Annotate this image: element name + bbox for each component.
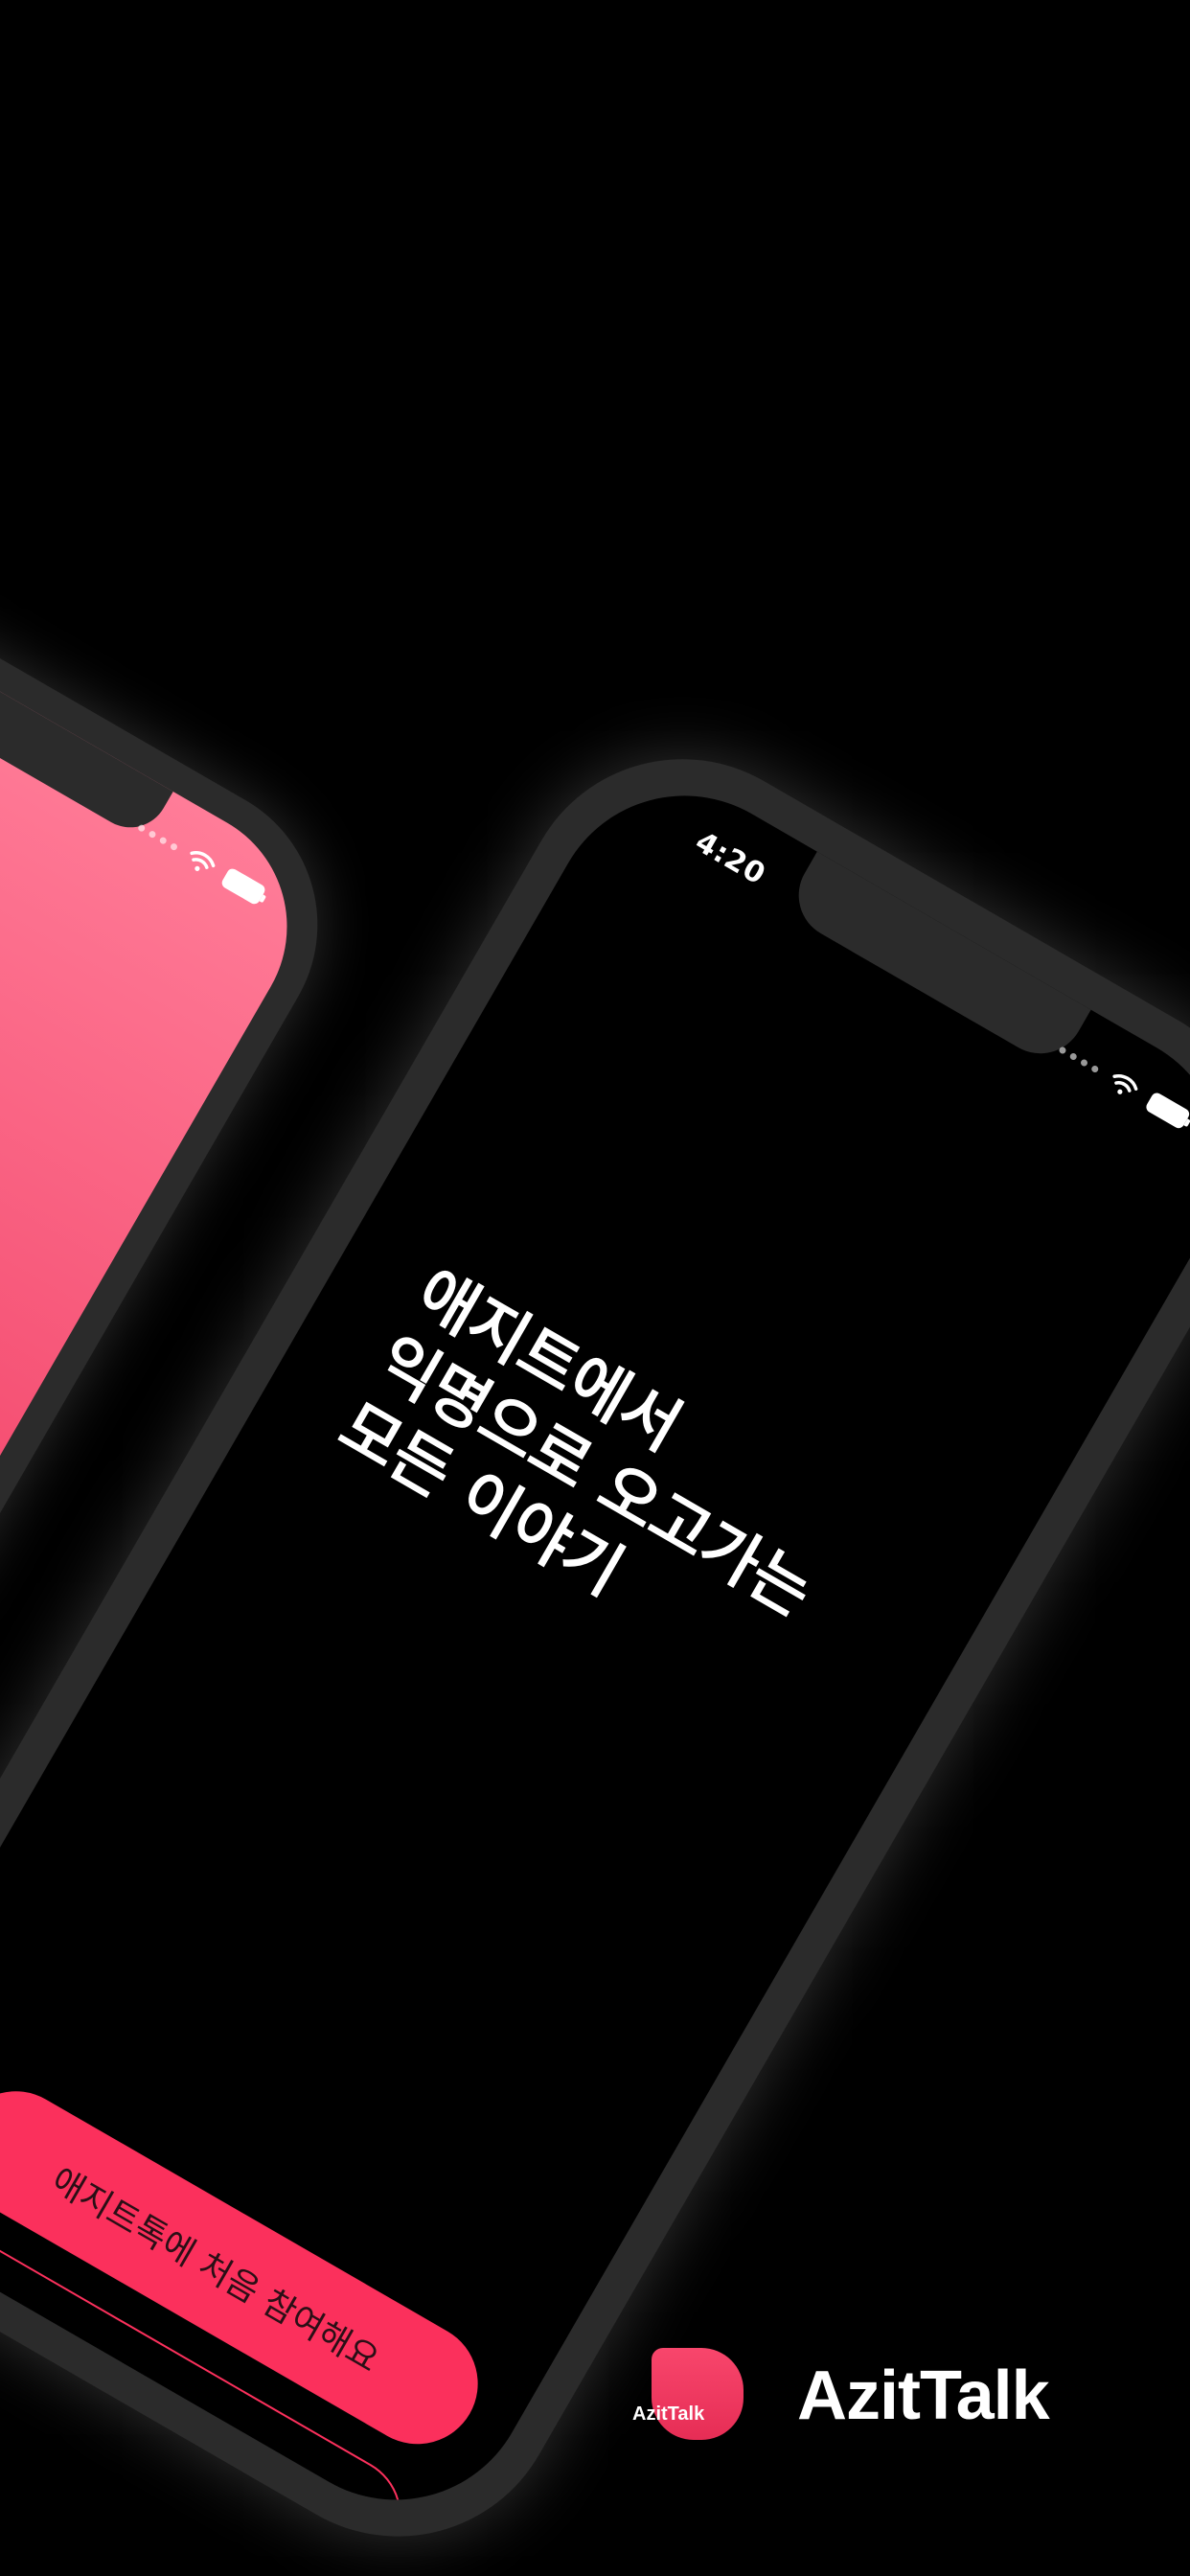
battery-icon xyxy=(219,866,267,907)
wifi-icon xyxy=(1112,1074,1138,1094)
status-time: 4:20 xyxy=(689,825,772,892)
phone-notch xyxy=(782,843,1096,1070)
signal-dots-icon xyxy=(137,822,179,851)
battery-icon xyxy=(1144,1091,1190,1131)
marketing-scene: 4:20 애지트에서 익명으로 오고가는 모든 이야기 애지트톡에 처음 참여해… xyxy=(0,0,1190,2576)
brand-name: AzitTalk xyxy=(797,2358,1050,2434)
phone-notch xyxy=(0,658,178,841)
wifi-icon xyxy=(190,851,216,871)
app-icon-label: AzitTalk xyxy=(632,2404,705,2425)
status-bar xyxy=(133,816,267,907)
signal-dots-icon xyxy=(1058,1045,1100,1073)
app-logo-icon: AzitTalk xyxy=(623,2348,757,2444)
onboarding-headline: 애지트에서 익명으로 오고가는 모든 이야기 xyxy=(326,1254,863,1699)
status-bar xyxy=(1055,1039,1190,1131)
brand-lockup: AzitTalk AzitTalk xyxy=(623,2348,1050,2444)
